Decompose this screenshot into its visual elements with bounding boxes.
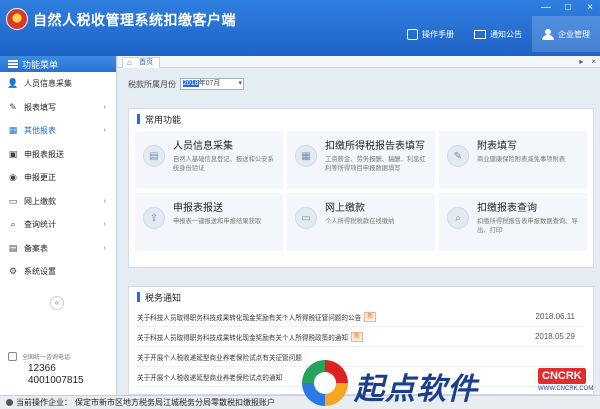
tab-bar: 首页 ▸ ×	[118, 56, 600, 68]
function-card-report-query[interactable]: ⌕ 扣缴报表查询 扣缴所得税报告表申报数据查询、导出、打印	[439, 193, 587, 251]
hotline-number: 4001007815	[28, 375, 84, 386]
sidebar-item-query-stats[interactable]: ⌕ 查询统计 ›	[0, 213, 116, 237]
notice-date: 2018.05.29	[534, 332, 575, 341]
status-label: 当前操作企业：	[16, 398, 72, 407]
hotline-number: 12366	[28, 363, 56, 374]
file-icon: ▤	[8, 242, 18, 253]
tab-controls: ▸ ×	[579, 57, 596, 66]
function-card-online-pay[interactable]: ▭ 网上缴款 个人所得税税款在线缴纳	[287, 193, 435, 251]
correct-icon: ◉	[9, 172, 17, 183]
sidebar-item-settings[interactable]: ⚙ 系统设置	[0, 260, 116, 284]
sidebar-item-filing[interactable]: ▤ 备案表 ›	[0, 237, 116, 261]
tab-home[interactable]: 首页	[122, 57, 160, 68]
edit-icon: ✎	[9, 101, 17, 112]
enterprise-manage-button[interactable]: 企业管理	[532, 16, 600, 52]
chevron-right-icon: ›	[103, 221, 106, 229]
chevron-right-icon: ›	[103, 103, 106, 111]
sidebar-item-other-reports[interactable]: ▦ 其他报表 ›	[0, 119, 116, 143]
grid-icon: ▦	[8, 125, 18, 136]
upload-icon: ⇪	[143, 207, 165, 229]
title-bar: 自然人税收管理系统扣缴客户端 — □ × 操作手册 通知公告 企业管理	[0, 0, 600, 56]
period-label: 税款所属月份	[128, 79, 176, 89]
watermark-text: 起点软件	[354, 373, 478, 406]
notice-date: 2018.06.11	[535, 312, 575, 321]
tax-emblem-logo	[6, 8, 28, 30]
watermark-logo	[302, 360, 348, 406]
function-grid: ▤ 人员信息采集 自然人基础信息登记、报送和公安系统身份验证 ▦ 扣缴所得税报告…	[129, 129, 593, 257]
main-content: 首页 ▸ × 税款所属月份 2018年07月 常用功能 ▤ 人员信息采集 自然人…	[118, 56, 600, 395]
function-card-submit[interactable]: ⇪ 申报表报送 申报表一键报送和申报结果获取	[135, 193, 283, 251]
sidebar-item-report-submit[interactable]: ▣ 申报表报送	[0, 143, 116, 167]
sidebar-collapse-button[interactable]: «	[50, 296, 64, 310]
sidebar-menu: 👤 人员信息采集 ✎ 报表填写 › ▦ 其他报表 › ▣ 申报表报送 ◉ 申报更…	[0, 72, 116, 284]
watermark: 起点软件 CNCRK WWW.CNCRK.COM	[302, 358, 598, 408]
chevron-right-icon: ›	[103, 244, 106, 252]
new-badge: 新	[351, 331, 364, 342]
chevron-right-icon: ›	[103, 197, 106, 205]
notice-item[interactable]: 关于科技人员取得职务科技成果转化现金奖励有关个人所得税征管问题的公告 新 201…	[137, 307, 585, 327]
period-selector: 税款所属月份 2018年07月	[128, 78, 244, 90]
menu-icon	[8, 60, 18, 68]
mail-icon	[474, 29, 486, 39]
common-functions-panel: 常用功能 ▤ 人员信息采集 自然人基础信息登记、报送和公安系统身份验证 ▦ 扣缴…	[128, 108, 594, 268]
panel-title: 常用功能	[129, 109, 593, 129]
manual-button[interactable]: 操作手册	[397, 16, 464, 52]
function-card-attachment[interactable]: ✎ 附表填写 商业健康保险附表减免事项附表	[439, 131, 587, 189]
close-button[interactable]: ×	[584, 2, 596, 13]
payment-icon: ▭	[295, 207, 317, 229]
period-input[interactable]: 2018年07月	[180, 78, 244, 90]
notice-button[interactable]: 通知公告	[464, 16, 532, 52]
function-card-person-info[interactable]: ▤ 人员信息采集 自然人基础信息登记、报送和公安系统身份验证	[135, 131, 283, 189]
status-enterprise: 保定市新市区地方税务局江城税务分局零散税扣缴报账户	[75, 398, 275, 407]
id-card-icon: ▤	[143, 145, 165, 167]
pay-icon: ▭	[8, 195, 18, 206]
sidebar-item-online-pay[interactable]: ▭ 网上缴款 ›	[0, 190, 116, 214]
app-title: 自然人税收管理系统扣缴客户端	[33, 12, 236, 28]
maximize-button[interactable]: □	[562, 2, 574, 13]
sidebar-header: 功能菜单	[0, 56, 116, 72]
minimize-button[interactable]: —	[540, 2, 552, 13]
manual-icon	[407, 28, 418, 40]
search-icon: ⌕	[10, 219, 16, 230]
chevron-right-icon: ›	[103, 127, 106, 135]
tab-scroll-button[interactable]: ▸	[579, 57, 583, 66]
new-badge: 新	[364, 311, 377, 322]
sidebar-item-person-info[interactable]: 👤 人员信息采集	[0, 72, 116, 96]
sidebar-item-report-fill[interactable]: ✎ 报表填写 ›	[0, 96, 116, 120]
send-icon: ▣	[8, 148, 18, 159]
sidebar-item-report-correct[interactable]: ◉ 申报更正	[0, 166, 116, 190]
top-actions: 操作手册 通知公告 企业管理	[397, 16, 600, 52]
hotline-title: 全国统一咨询电话	[22, 355, 71, 361]
user-icon	[6, 399, 13, 406]
sidebar: 功能菜单 👤 人员信息采集 ✎ 报表填写 › ▦ 其他报表 › ▣ 申报表报送 …	[0, 56, 117, 395]
notice-item[interactable]: 关于科技人员取得职务科技成果转化现金奖励有关个人所得税政策的通知 新 2018.…	[137, 327, 585, 347]
gear-icon: ⚙	[8, 266, 18, 277]
phone-icon	[8, 352, 17, 361]
form-icon: ▦	[295, 145, 317, 167]
watermark-badge: CNCRK	[538, 368, 586, 384]
tab-close-button[interactable]: ×	[591, 57, 596, 66]
query-icon: ⌕	[447, 207, 469, 229]
attachment-icon: ✎	[447, 145, 469, 167]
person-icon: 👤	[7, 78, 19, 89]
window-controls: — □ ×	[540, 2, 596, 13]
panel-title: 税务通知	[129, 287, 593, 307]
user-icon	[542, 28, 554, 40]
watermark-url: WWW.CNCRK.COM	[538, 386, 594, 392]
function-card-withholding-report[interactable]: ▦ 扣缴所得税报告表填写 工资薪金、劳务报酬、稿酬、利息红利等所得项目申报数据填…	[287, 131, 435, 189]
hotline: 全国统一咨询电话 12366 4001007815	[8, 352, 84, 387]
